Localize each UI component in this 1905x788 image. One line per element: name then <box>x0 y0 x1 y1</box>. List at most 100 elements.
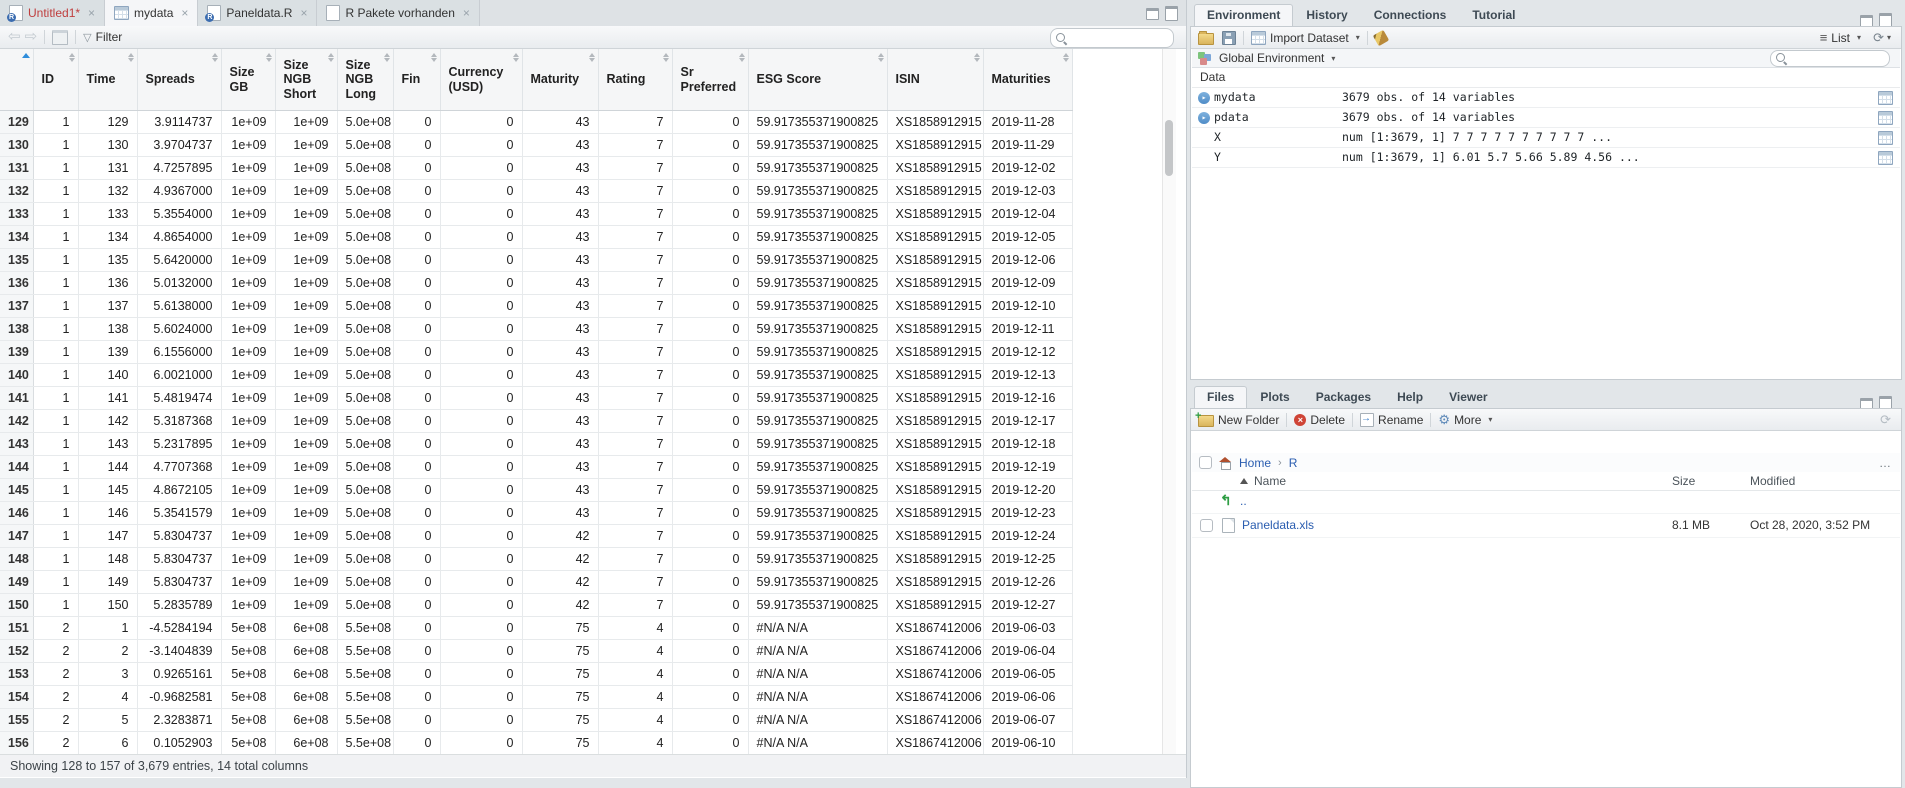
sort-toggle-icon[interactable] <box>589 53 595 62</box>
column-header-time[interactable]: Time <box>78 49 137 111</box>
sort-ascending-icon[interactable] <box>22 53 30 58</box>
back-arrow-icon[interactable]: ⇦ <box>8 27 21 47</box>
sort-toggle-icon[interactable] <box>878 53 884 62</box>
tab-files[interactable]: Files <box>1194 386 1247 408</box>
tab-r-pakete-vorhanden[interactable]: R Pakete vorhanden × <box>317 0 479 26</box>
minimize-pane-icon[interactable] <box>1860 15 1873 27</box>
sort-toggle-icon[interactable] <box>212 53 218 62</box>
column-header-currency-usd-[interactable]: Currency (USD) <box>440 49 522 111</box>
column-header-spreads[interactable]: Spreads <box>137 49 221 111</box>
save-workspace-icon[interactable] <box>1222 31 1236 45</box>
table-cell: XS1858912915 <box>887 180 983 203</box>
tab-tutorial[interactable]: Tutorial <box>1459 4 1528 26</box>
column-header-size-ngb-short[interactable]: Size NGB Short <box>275 49 337 111</box>
environment-object-pdata[interactable]: ▸pdata3679 obs. of 14 variables <box>1192 108 1900 128</box>
close-icon[interactable]: × <box>181 6 188 20</box>
sort-toggle-icon[interactable] <box>128 53 134 62</box>
breadcrumb-r-link[interactable]: R <box>1289 456 1298 470</box>
breadcrumb-home-link[interactable]: Home <box>1239 456 1271 470</box>
column-header-sr-preferred[interactable]: Sr Preferred <box>672 49 748 111</box>
sort-toggle-icon[interactable] <box>513 53 519 62</box>
rename-button[interactable]: Rename <box>1360 413 1423 427</box>
column-header-rating[interactable]: Rating <box>598 49 672 111</box>
table-cell: 75 <box>522 709 598 732</box>
filter-button[interactable]: ▽ Filter <box>83 30 122 44</box>
clear-objects-icon[interactable] <box>1373 29 1389 45</box>
column-header-id[interactable]: ID <box>33 49 78 111</box>
table-cell: 1e+09 <box>275 226 337 249</box>
environment-scope-button[interactable]: Global Environment ▾ <box>1219 51 1335 65</box>
tab-untitled1[interactable]: Untitled1* × <box>0 0 105 26</box>
forward-arrow-icon[interactable]: ⇨ <box>25 27 38 47</box>
sort-toggle-icon[interactable] <box>974 53 980 62</box>
open-in-new-window-icon[interactable] <box>52 30 68 45</box>
tab-help[interactable]: Help <box>1384 386 1436 408</box>
table-search-input[interactable] <box>1071 30 1169 46</box>
minimize-pane-icon[interactable] <box>1146 8 1159 20</box>
list-view-button[interactable]: ≡ List ▾ <box>1820 30 1861 45</box>
tab-plots[interactable]: Plots <box>1247 386 1302 408</box>
maximize-pane-icon[interactable] <box>1165 6 1178 21</box>
table-cell: 0 <box>440 226 522 249</box>
table-cell: XS1858912915 <box>887 594 983 617</box>
column-header-size-gb[interactable]: Size GB <box>221 49 275 111</box>
sort-toggle-icon[interactable] <box>1063 53 1069 62</box>
scrollbar-thumb[interactable] <box>1165 120 1173 176</box>
column-header-size[interactable]: Size <box>1672 474 1695 488</box>
sort-toggle-icon[interactable] <box>663 53 669 62</box>
vertical-scrollbar[interactable] <box>1162 49 1176 754</box>
view-in-grid-icon[interactable] <box>1878 111 1893 125</box>
close-icon[interactable]: × <box>463 6 470 20</box>
expand-object-icon[interactable]: ▸ <box>1198 92 1210 104</box>
more-button[interactable]: ⚙ More ▾ <box>1438 413 1492 427</box>
more-path-button[interactable]: … <box>1879 456 1892 470</box>
column-header-rownum[interactable] <box>0 49 33 111</box>
sort-toggle-icon[interactable] <box>739 53 745 62</box>
import-dataset-button[interactable]: Import Dataset ▾ <box>1251 31 1360 45</box>
table-cell: 0 <box>672 571 748 594</box>
select-all-checkbox[interactable] <box>1199 456 1212 469</box>
sort-toggle-icon[interactable] <box>69 53 75 62</box>
column-header-size-ngb-long[interactable]: Size NGB Long <box>337 49 393 111</box>
new-folder-button[interactable]: New Folder <box>1198 413 1279 427</box>
column-header-maturity[interactable]: Maturity <box>522 49 598 111</box>
environment-object-x[interactable]: Xnum [1:3679, 1] 7 7 7 7 7 7 7 7 7 7 ... <box>1192 128 1900 148</box>
tab-viewer[interactable]: Viewer <box>1436 386 1500 408</box>
column-header-name[interactable]: Name <box>1254 474 1286 488</box>
environment-search-input[interactable] <box>1791 51 1885 66</box>
sort-toggle-icon[interactable] <box>266 53 272 62</box>
tab-environment[interactable]: Environment <box>1194 4 1293 26</box>
column-header-esg-score[interactable]: ESG Score <box>748 49 887 111</box>
sort-toggle-icon[interactable] <box>431 53 437 62</box>
delete-button[interactable]: × Delete <box>1294 413 1345 427</box>
tab-packages[interactable]: Packages <box>1303 386 1384 408</box>
file-checkbox[interactable] <box>1200 519 1213 532</box>
column-header-fin[interactable]: Fin <box>393 49 440 111</box>
environment-object-mydata[interactable]: ▸mydata3679 obs. of 14 variables <box>1192 88 1900 108</box>
column-header-maturities[interactable]: Maturities <box>983 49 1072 111</box>
column-header-modified[interactable]: Modified <box>1750 474 1795 488</box>
sort-toggle-icon[interactable] <box>328 53 334 62</box>
tab-paneldata-r[interactable]: Paneldata.R × <box>198 0 317 26</box>
close-icon[interactable]: × <box>300 6 307 20</box>
table-cell: XS1867412006 <box>887 640 983 663</box>
view-in-grid-icon[interactable] <box>1878 151 1893 165</box>
file-name-link[interactable]: Paneldata.xls <box>1242 514 1314 537</box>
expand-object-icon[interactable]: ▸ <box>1198 112 1210 124</box>
refresh-button[interactable]: ⟳ ▾ <box>1873 31 1891 45</box>
load-workspace-icon[interactable] <box>1198 33 1214 45</box>
close-icon[interactable]: × <box>88 6 95 20</box>
file-name-link[interactable]: .. <box>1240 490 1247 513</box>
table-cell: 1 <box>33 594 78 617</box>
tab-history[interactable]: History <box>1293 4 1360 26</box>
sort-toggle-icon[interactable] <box>384 53 390 62</box>
tab-mydata[interactable]: mydata × <box>105 0 198 26</box>
column-header-isin[interactable]: ISIN <box>887 49 983 111</box>
view-in-grid-icon[interactable] <box>1878 131 1893 145</box>
tab-label: Untitled1* <box>28 6 80 20</box>
view-in-grid-icon[interactable] <box>1878 91 1893 105</box>
environment-object-y[interactable]: Ynum [1:3679, 1] 6.01 5.7 5.66 5.89 4.56… <box>1192 148 1900 168</box>
table-cell: 1e+09 <box>221 525 275 548</box>
tab-connections[interactable]: Connections <box>1361 4 1460 26</box>
refresh-button[interactable]: ⟳ <box>1880 413 1891 427</box>
